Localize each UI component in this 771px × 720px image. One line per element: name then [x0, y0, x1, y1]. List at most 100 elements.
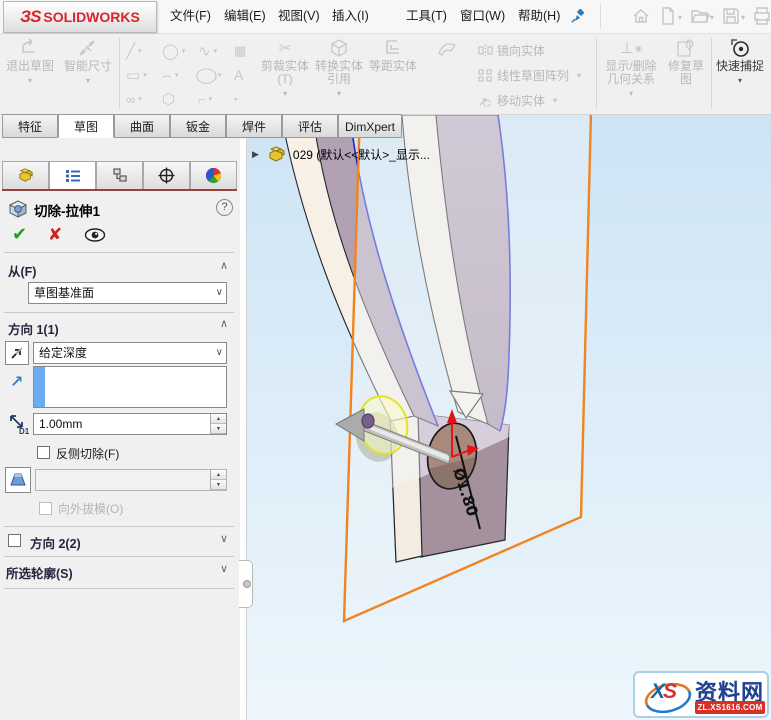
end-condition-dropdown[interactable]: 给定深度 ∨	[33, 342, 227, 364]
save-caret[interactable]: ▾	[741, 13, 745, 22]
circle-tool-icon: ◯ ▾	[162, 43, 186, 60]
tree-expand-arrow-icon[interactable]: ▶	[252, 149, 259, 160]
direction2-section-header[interactable]: 方向 2(2)	[30, 533, 81, 552]
spin-down-icon[interactable]: ▼	[211, 424, 226, 434]
menu-tools[interactable]: 工具(T)	[396, 0, 457, 32]
trim-entities-button: ✂ 剪裁实体(T) ▾	[258, 36, 312, 98]
home-icon[interactable]	[632, 7, 652, 25]
brand-name: SOLIDWORKS	[43, 9, 140, 25]
depth-value: 1.00mm	[39, 417, 83, 431]
print-icon[interactable]	[753, 7, 771, 25]
section-divider	[4, 556, 234, 557]
panel-splitter-handle[interactable]	[239, 560, 253, 608]
selected-contours-section-header[interactable]: 所选轮廓(S)	[6, 563, 73, 582]
from-collapse-chevron-icon[interactable]: ∧	[220, 259, 228, 272]
menu-file[interactable]: 文件(F)	[160, 0, 221, 32]
quick-snaps-button[interactable]: 快速捕捉 ▾	[714, 36, 766, 85]
spin-up-icon[interactable]: ▲	[211, 414, 226, 424]
mirror-entities-button: 镜向实体	[478, 42, 545, 58]
cancel-button[interactable]: ✘	[48, 225, 62, 245]
menu-window[interactable]: 窗口(W)	[450, 0, 515, 32]
section-divider	[4, 312, 234, 313]
open-file-icon[interactable]	[690, 7, 711, 25]
tree-root-label: 029 (默认<<默认>_显示...	[292, 148, 430, 162]
spline-tool-icon: ∿ ▾	[198, 43, 218, 60]
draft-angle-spinner: ▲ ▼	[35, 469, 227, 491]
exit-sketch-icon	[3, 36, 57, 60]
ds-logo-icon: ЗS	[20, 7, 41, 26]
from-section-header[interactable]: 从(F)	[8, 261, 36, 280]
tab-configurationmanager[interactable]	[96, 161, 143, 190]
preview-eye-icon[interactable]	[84, 228, 106, 242]
tab-sketch[interactable]: 草图	[58, 114, 114, 138]
tab-dimxpert[interactable]: DimXpert	[338, 114, 402, 138]
watermark-x: X	[651, 680, 665, 703]
menu-insert[interactable]: 插入(I)	[322, 0, 379, 32]
repair-sketch-icon	[663, 36, 709, 60]
from-condition-dropdown[interactable]: 草图基准面 ∨	[28, 282, 227, 304]
solidworks-logo: ЗS SOLIDWORKS	[3, 1, 157, 33]
tab-displaymanager[interactable]	[190, 161, 237, 190]
new-file-icon[interactable]	[660, 7, 680, 25]
menu-help[interactable]: 帮助(H)	[508, 0, 570, 32]
tab-featuremanager[interactable]	[2, 161, 49, 190]
direction1-collapse-chevron-icon[interactable]: ∧	[220, 317, 228, 330]
open-file-caret[interactable]: ▾	[710, 13, 714, 22]
quick-snaps-icon	[714, 36, 766, 60]
section-divider	[4, 252, 234, 253]
end-condition-value: 给定深度	[39, 346, 88, 360]
smart-dimension-button: 智能尺寸 ▾	[61, 36, 115, 85]
solidworks-window: ЗS SOLIDWORKS 文件(F) 编辑(E) 视图(V) 插入(I) 工具…	[0, 0, 771, 720]
trim-entities-icon: ✂	[278, 40, 292, 57]
watermark-s: S	[663, 680, 677, 703]
direction1-section-header[interactable]: 方向 1(1)	[8, 319, 59, 338]
spin-up-icon: ▲	[211, 470, 226, 480]
selected-contours-expand-chevron-icon[interactable]: ∨	[220, 562, 228, 575]
tab-surfaces[interactable]: 曲面	[114, 114, 170, 138]
flip-side-checkbox[interactable]	[37, 446, 50, 459]
direction2-checkbox[interactable]	[8, 534, 21, 547]
menu-edit[interactable]: 编辑(E)	[214, 0, 276, 32]
reverse-direction-button[interactable]	[5, 341, 29, 365]
convert-entities-icon	[312, 36, 366, 60]
flip-side-label[interactable]: 反侧切除(F)	[56, 445, 119, 462]
tab-features[interactable]: 特征	[2, 114, 58, 138]
point-tool-icon: ▪	[234, 94, 238, 104]
panel-title: 切除-拉伸1	[34, 204, 101, 219]
direction2-expand-chevron-icon[interactable]: ∨	[220, 532, 228, 545]
panel-gutter	[240, 139, 247, 720]
depth-spinner[interactable]: 1.00mm ▲ ▼	[33, 413, 227, 435]
save-icon[interactable]	[722, 7, 742, 25]
feature-tree-root[interactable]: ▶ 029 (默认<<默认>_显示...	[252, 146, 430, 163]
ribbon-separator	[596, 38, 597, 108]
tab-propertymanager[interactable]	[49, 161, 96, 190]
offset-entities-button: 等距实体	[366, 36, 420, 73]
fillet-tool-icon: ⌐ ▾	[198, 91, 213, 107]
draft-button[interactable]	[5, 467, 31, 493]
tab-dimxpertmanager[interactable]	[143, 161, 190, 190]
watermark: XS 资料网 ZL.XS1616.COM	[633, 671, 769, 718]
menu-bar: ЗS SOLIDWORKS 文件(F) 编辑(E) 视图(V) 插入(I) 工具…	[0, 0, 771, 34]
new-file-caret[interactable]: ▾	[678, 13, 682, 22]
ok-button[interactable]: ✔	[12, 224, 27, 245]
section-divider	[4, 526, 234, 527]
graphics-viewport[interactable]: Ø1.80	[247, 115, 771, 720]
menu-view[interactable]: 视图(V)	[268, 0, 330, 32]
tab-sheetmetal[interactable]: 钣金	[170, 114, 226, 138]
pattern-ghost-icon: ▦	[234, 43, 247, 58]
ellipse-tool-icon: ◯ ▾	[195, 67, 222, 84]
pm-tab-underline	[2, 189, 237, 191]
rectangle-tool-icon: ▭ ▾	[126, 67, 147, 84]
surface-offset-icon	[420, 36, 474, 60]
move-entities-button: 移动实体 ▾	[478, 92, 557, 108]
tab-weldments[interactable]: 焊件	[226, 114, 282, 138]
pin-icon[interactable]	[570, 8, 586, 29]
tab-evaluate[interactable]: 评估	[282, 114, 338, 138]
watermark-url: ZL.XS1616.COM	[695, 701, 765, 714]
section-divider	[4, 588, 234, 589]
spinner-buttons[interactable]: ▲ ▼	[210, 414, 226, 434]
direction-reference-selection-box[interactable]	[33, 366, 227, 408]
text-tool-icon: A	[234, 67, 244, 83]
selection-highlight	[34, 367, 45, 407]
help-icon[interactable]: ?	[216, 199, 233, 216]
